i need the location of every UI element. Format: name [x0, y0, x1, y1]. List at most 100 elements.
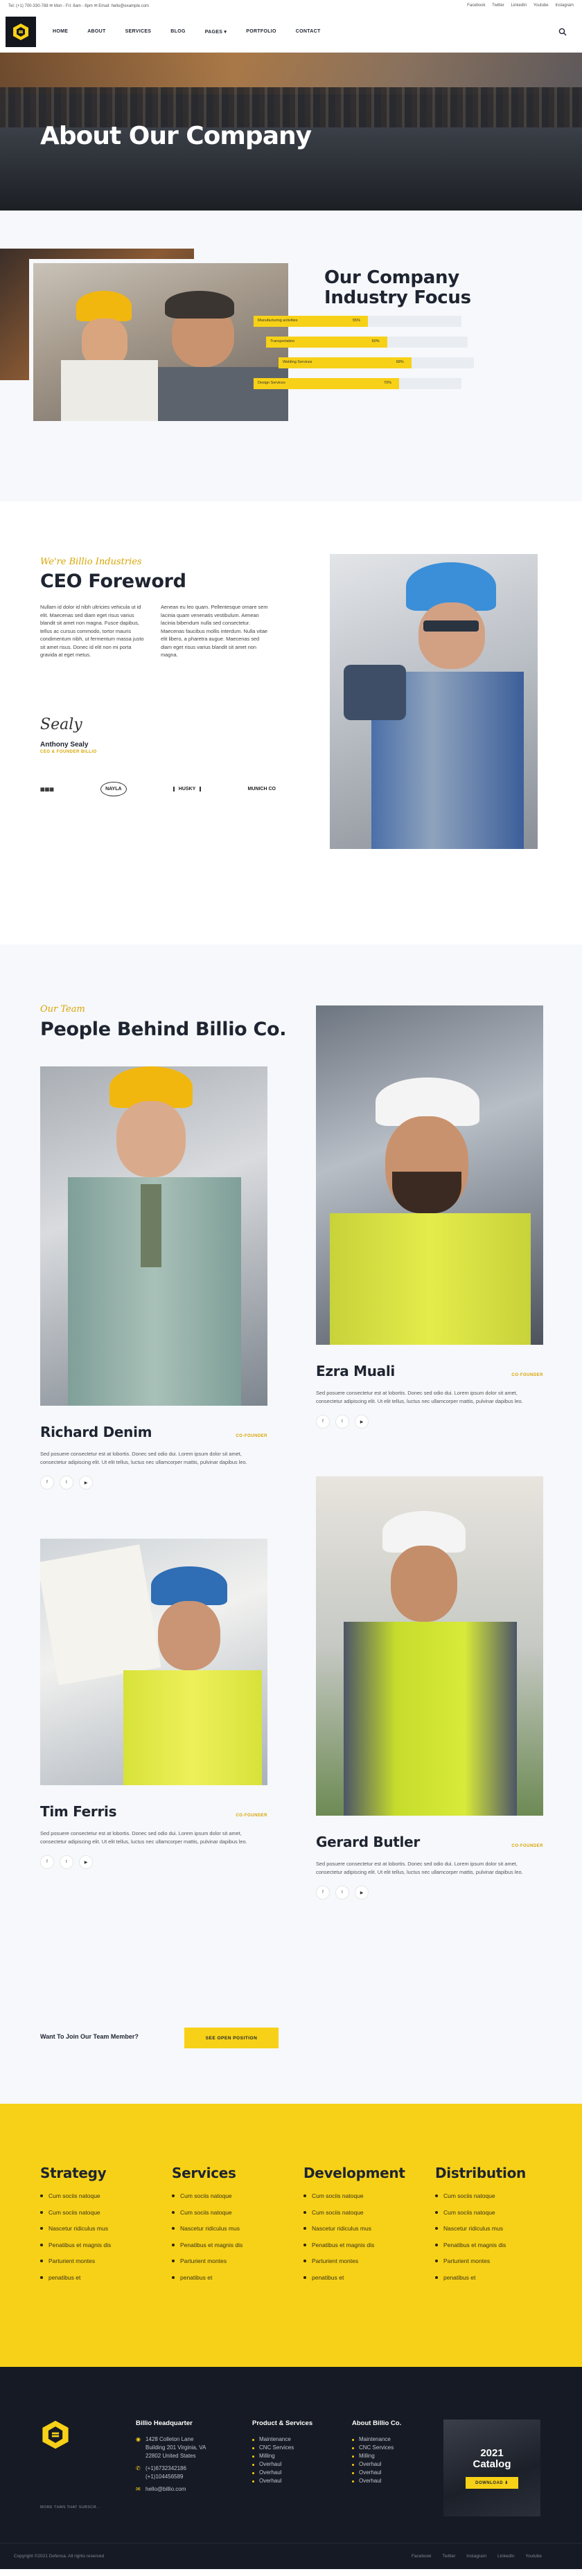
- ceo-foreword-section: We're Billio Industries CEO Foreword Nul…: [0, 501, 582, 945]
- service-list-item[interactable]: Cum sociis natoque: [40, 2192, 158, 2199]
- progress-bar-label: Manufacturing activities: [258, 319, 298, 323]
- member-socials: f t ▶: [40, 1855, 267, 1869]
- progress-bars: Manufacturing activities 55% Transportatio…: [254, 316, 489, 399]
- footer-link-item[interactable]: Overhaul: [352, 2469, 401, 2477]
- social-links: Facebook Twitter LinkedIn Youtube Instag…: [461, 3, 574, 8]
- social-link-instagram[interactable]: Instagram: [555, 3, 574, 8]
- member-role: CO-FOUNDER: [511, 1844, 543, 1848]
- service-column-title: Distribution: [435, 2165, 526, 2181]
- service-list-item[interactable]: Penatibus et magnis dis: [172, 2242, 290, 2248]
- facebook-icon[interactable]: f: [40, 1476, 54, 1490]
- nav-item-about[interactable]: ABOUT: [87, 29, 105, 35]
- footer-phone2[interactable]: (+1)104456589: [146, 2473, 184, 2481]
- service-list-item[interactable]: Nascetur ridiculus mus: [40, 2225, 158, 2232]
- twitter-icon[interactable]: t: [335, 1415, 349, 1429]
- service-list-item[interactable]: Cum sociis natoque: [435, 2209, 553, 2216]
- footer-link-facebook[interactable]: Facebook: [412, 2554, 432, 2559]
- nav-item-pages[interactable]: PAGES ▾: [205, 29, 227, 35]
- open-positions-button[interactable]: SEE OPEN POSITION: [184, 2028, 279, 2048]
- social-link-youtube[interactable]: Youtube: [534, 3, 549, 8]
- footer-link-instagram[interactable]: Instagram: [466, 2554, 486, 2559]
- team-member-card: Tim Ferris CO-FOUNDER Sed posuere consec…: [40, 1539, 267, 1869]
- social-link-linkedin[interactable]: LinkedIn: [511, 3, 527, 8]
- footer-link-twitter[interactable]: Twitter: [442, 2554, 455, 2559]
- service-list-item[interactable]: Parturient montes: [435, 2257, 553, 2264]
- service-list-item[interactable]: Cum sociis natoque: [40, 2209, 158, 2216]
- footer-phone1[interactable]: (+1)6732342186: [146, 2465, 186, 2473]
- footer-link-item[interactable]: CNC Services: [252, 2444, 312, 2452]
- social-link-twitter[interactable]: Twitter: [492, 3, 504, 8]
- nav-item-services[interactable]: SERVICES: [125, 29, 152, 35]
- twitter-icon[interactable]: t: [60, 1855, 73, 1869]
- footer-link-item[interactable]: CNC Services: [352, 2444, 401, 2452]
- footer-link-item[interactable]: Overhaul: [352, 2460, 401, 2469]
- industry-focus-section: Our Company Industry Focus Manufacturing…: [0, 211, 582, 501]
- partner-logo-nayla: NAYLA: [100, 782, 127, 796]
- member-name: Richard Denim: [40, 1424, 152, 1440]
- footer-link-item[interactable]: Milling: [352, 2452, 401, 2460]
- footer-bottom-bar: Copyright ©2021 Defensa. All rights rese…: [0, 2543, 582, 2569]
- footer-link-item[interactable]: Maintenance: [352, 2435, 401, 2444]
- search-icon[interactable]: [558, 28, 567, 36]
- partner-logos: ▦▦▦ NAYLA HUSKY MUNICH CO: [40, 782, 276, 796]
- service-list-item[interactable]: Penatibus et magnis dis: [435, 2242, 553, 2248]
- service-list-item[interactable]: Penatibus et magnis dis: [303, 2242, 421, 2248]
- service-list-item[interactable]: Nascetur ridiculus mus: [435, 2225, 553, 2232]
- team-kicker: Our Team: [40, 1004, 85, 1014]
- service-list-item[interactable]: Cum sociis natoque: [303, 2209, 421, 2216]
- footer-link-item[interactable]: Overhaul: [352, 2477, 401, 2485]
- service-column: Distribution Cum sociis natoque Cum sociis…: [435, 2165, 553, 2290]
- footer-link-item[interactable]: Milling: [252, 2452, 312, 2460]
- service-list-item[interactable]: penatibus et: [40, 2274, 158, 2281]
- youtube-icon[interactable]: ▶: [79, 1855, 93, 1869]
- location-icon: ◉: [136, 2436, 141, 2442]
- footer-link-item[interactable]: Overhaul: [252, 2477, 312, 2485]
- social-link-facebook[interactable]: Facebook: [467, 3, 485, 8]
- progress-bar-value: 55%: [353, 319, 361, 323]
- page-title: About Our Company: [40, 122, 312, 150]
- youtube-icon[interactable]: ▶: [355, 1886, 369, 1899]
- nav-item-portfolio[interactable]: PORTFOLIO: [246, 29, 276, 35]
- progress-bar-value: 68%: [396, 360, 404, 364]
- progress-bar: Welding Services 68%: [279, 357, 474, 368]
- team-section: Our Team People Behind Billio Co. Richar…: [0, 945, 582, 2104]
- service-list-item[interactable]: penatibus et: [303, 2274, 421, 2281]
- service-list-item[interactable]: Penatibus et magnis dis: [40, 2242, 158, 2248]
- nav-item-contact[interactable]: CONTACT: [296, 29, 321, 35]
- contact-info: Tel: (+1) 700-330-788 ✉ Mon - Fri: 8am -…: [8, 3, 150, 8]
- footer-link-item[interactable]: Overhaul: [252, 2469, 312, 2477]
- facebook-icon[interactable]: f: [316, 1415, 330, 1429]
- facebook-icon[interactable]: f: [40, 1855, 54, 1869]
- footer-link-linkedin[interactable]: LinkedIn: [497, 2554, 515, 2559]
- service-list-item[interactable]: Parturient montes: [40, 2257, 158, 2264]
- service-list-item[interactable]: Cum sociis natoque: [172, 2209, 290, 2216]
- partner-logo-munich: MUNICH CO: [247, 787, 276, 791]
- twitter-icon[interactable]: t: [60, 1476, 73, 1490]
- footer-email[interactable]: hello@billio.com: [146, 2485, 186, 2494]
- youtube-icon[interactable]: ▶: [355, 1415, 369, 1429]
- twitter-icon[interactable]: t: [335, 1886, 349, 1899]
- footer-link-item[interactable]: Maintenance: [252, 2435, 312, 2444]
- nav-item-home[interactable]: HOME: [53, 29, 68, 35]
- service-list-item[interactable]: Cum sociis natoque: [303, 2192, 421, 2199]
- service-list-item[interactable]: Cum sociis natoque: [172, 2192, 290, 2199]
- service-list-item[interactable]: Parturient montes: [172, 2257, 290, 2264]
- member-socials: f t ▶: [316, 1886, 543, 1899]
- footer-link-item[interactable]: Overhaul: [252, 2460, 312, 2469]
- service-list-item[interactable]: Nascetur ridiculus mus: [172, 2225, 290, 2232]
- catalog-download-button[interactable]: DOWNLOAD ⬇: [466, 2476, 518, 2489]
- facebook-icon[interactable]: f: [316, 1886, 330, 1899]
- service-list-item[interactable]: Cum sociis natoque: [435, 2192, 553, 2199]
- footer-logo-icon[interactable]: [40, 2420, 71, 2450]
- site-logo[interactable]: [6, 16, 36, 47]
- footer-link-youtube[interactable]: Youtube: [525, 2554, 542, 2559]
- member-bio: Sed posuere consectetur est at lobortis.…: [40, 1830, 247, 1845]
- service-list-item[interactable]: Parturient montes: [303, 2257, 421, 2264]
- service-list-item[interactable]: penatibus et: [435, 2274, 553, 2281]
- nav-item-blog[interactable]: BLOG: [170, 29, 185, 35]
- youtube-icon[interactable]: ▶: [79, 1476, 93, 1490]
- member-photo: [316, 1476, 543, 1816]
- service-list-item[interactable]: Nascetur ridiculus mus: [303, 2225, 421, 2232]
- progress-bar: Manufacturing activities 55%: [254, 316, 461, 327]
- service-list-item[interactable]: penatibus et: [172, 2274, 290, 2281]
